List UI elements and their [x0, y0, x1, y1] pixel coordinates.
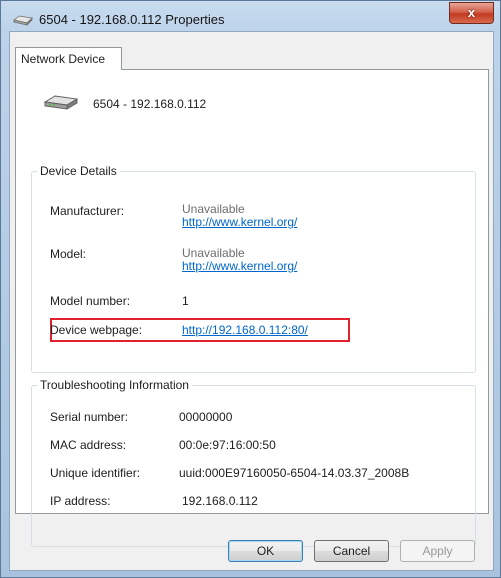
properties-window: 6504 - 192.168.0.112 Properties x Networ… — [0, 0, 501, 578]
ip-address-value: 192.168.0.112 — [182, 494, 258, 508]
window-title: 6504 - 192.168.0.112 Properties — [39, 12, 225, 27]
manufacturer-label: Manufacturer: — [50, 204, 125, 218]
device-details-legend: Device Details — [37, 164, 120, 178]
network-device-icon — [13, 14, 33, 29]
troubleshooting-legend: Troubleshooting Information — [37, 378, 192, 392]
cancel-button[interactable]: Cancel — [314, 540, 389, 562]
mac-address-value: 00:0e:97:16:00:50 — [179, 438, 276, 452]
ip-address-label: IP address: — [50, 494, 111, 508]
mac-address-label: MAC address: — [50, 438, 127, 452]
device-webpage-link[interactable]: http://192.168.0.112:80/ — [182, 323, 308, 337]
close-button[interactable]: x — [449, 2, 494, 24]
close-icon: x — [467, 5, 476, 20]
model-link[interactable]: http://www.kernel.org/ — [182, 259, 297, 273]
model-label: Model: — [50, 247, 87, 261]
ok-button[interactable]: OK — [228, 540, 303, 562]
model-value: Unavailable — [182, 246, 245, 260]
model-number-value: 1 — [182, 294, 189, 308]
tab-page-network-device: 6504 - 192.168.0.112 Device Details Manu… — [15, 69, 489, 547]
model-number-label: Model number: — [50, 294, 131, 308]
tab-label: Network Device — [21, 52, 106, 66]
tab-network-device[interactable]: Network Device — [15, 47, 122, 70]
manufacturer-value: Unavailable — [182, 202, 245, 216]
network-device-icon — [43, 92, 79, 115]
device-name: 6504 - 192.168.0.112 — [93, 97, 207, 111]
manufacturer-link[interactable]: http://www.kernel.org/ — [182, 215, 297, 229]
apply-button[interactable]: Apply — [400, 540, 475, 562]
serial-number-label: Serial number: — [50, 410, 129, 424]
serial-number-value: 00000000 — [179, 410, 233, 424]
dialog-client-area: Network Device 6504 - 192.168.0.112 Devi… — [9, 31, 494, 571]
unique-identifier-label: Unique identifier: — [50, 466, 141, 480]
device-webpage-label: Device webpage: — [50, 323, 143, 337]
unique-identifier-value: uuid:000E97160050-6504-14.03.37_2008B — [179, 466, 410, 480]
